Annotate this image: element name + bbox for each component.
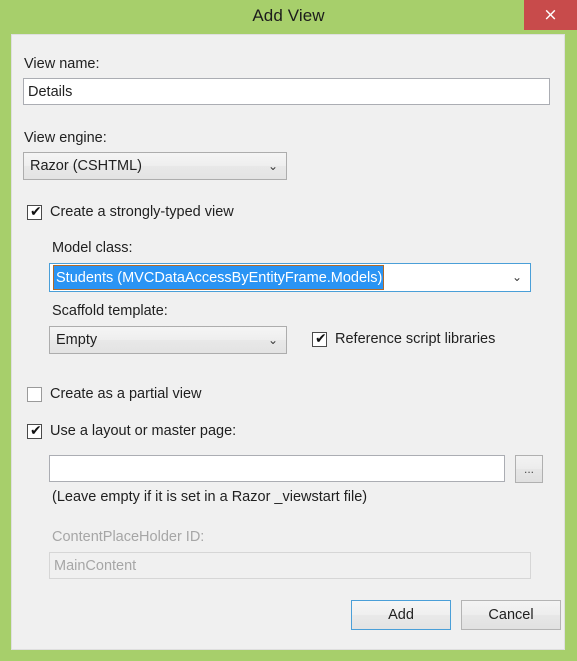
content-placeholder-input <box>49 552 531 579</box>
close-button[interactable]: × <box>524 0 577 30</box>
checkbox-icon <box>27 386 42 402</box>
partial-view-label: Create as a partial view <box>50 386 202 402</box>
model-class-combo[interactable]: Students (MVCDataAccessByEntityFrame.Mod… <box>49 263 531 292</box>
close-icon: × <box>543 5 558 25</box>
view-engine-combo[interactable]: Razor (CSHTML) ⌄ <box>23 152 287 180</box>
view-name-input[interactable] <box>23 78 550 105</box>
reference-script-libraries-checkbox[interactable]: ✔ Reference script libraries <box>312 331 495 347</box>
add-button[interactable]: Add <box>351 600 451 630</box>
partial-view-checkbox[interactable]: Create as a partial view <box>27 386 202 402</box>
checkbox-icon: ✔ <box>27 203 42 220</box>
layout-hint: (Leave empty if it is set in a Razor _vi… <box>52 489 368 505</box>
checkbox-icon: ✔ <box>312 330 327 347</box>
title-bar: Add View × <box>0 0 577 38</box>
strongly-typed-checkbox[interactable]: ✔ Create a strongly-typed view <box>27 204 234 220</box>
view-engine-value: Razor (CSHTML) <box>30 158 142 174</box>
add-view-dialog: Add View × View name: View engine: Razor… <box>0 0 577 661</box>
view-name-label: View name: <box>24 56 100 72</box>
reference-script-libraries-label: Reference script libraries <box>335 331 496 347</box>
checkbox-icon: ✔ <box>27 422 42 439</box>
check-icon: ✔ <box>30 203 42 220</box>
chevron-down-icon: ⌄ <box>267 333 278 347</box>
browse-button[interactable]: ... <box>515 455 543 483</box>
chevron-down-icon: ⌄ <box>511 270 522 284</box>
use-layout-checkbox[interactable]: ✔ Use a layout or master page: <box>27 423 236 439</box>
scaffold-template-label: Scaffold template: <box>52 303 168 319</box>
use-layout-label: Use a layout or master page: <box>50 423 237 439</box>
scaffold-template-value: Empty <box>56 332 98 348</box>
view-engine-label: View engine: <box>24 130 107 146</box>
check-icon: ✔ <box>30 422 42 439</box>
chevron-down-icon: ⌄ <box>267 159 278 173</box>
check-icon: ✔ <box>315 330 327 347</box>
strongly-typed-label: Create a strongly-typed view <box>50 204 234 220</box>
cancel-button[interactable]: Cancel <box>461 600 561 630</box>
model-class-label: Model class: <box>52 240 133 256</box>
page-title: Add View <box>252 6 325 25</box>
model-class-value: Students (MVCDataAccessByEntityFrame.Mod… <box>53 265 385 290</box>
dialog-body: View name: View engine: Razor (CSHTML) ⌄… <box>11 34 565 650</box>
scaffold-template-combo[interactable]: Empty ⌄ <box>49 326 287 354</box>
content-placeholder-label: ContentPlaceHolder ID: <box>52 529 205 545</box>
layout-path-input[interactable] <box>49 455 505 482</box>
